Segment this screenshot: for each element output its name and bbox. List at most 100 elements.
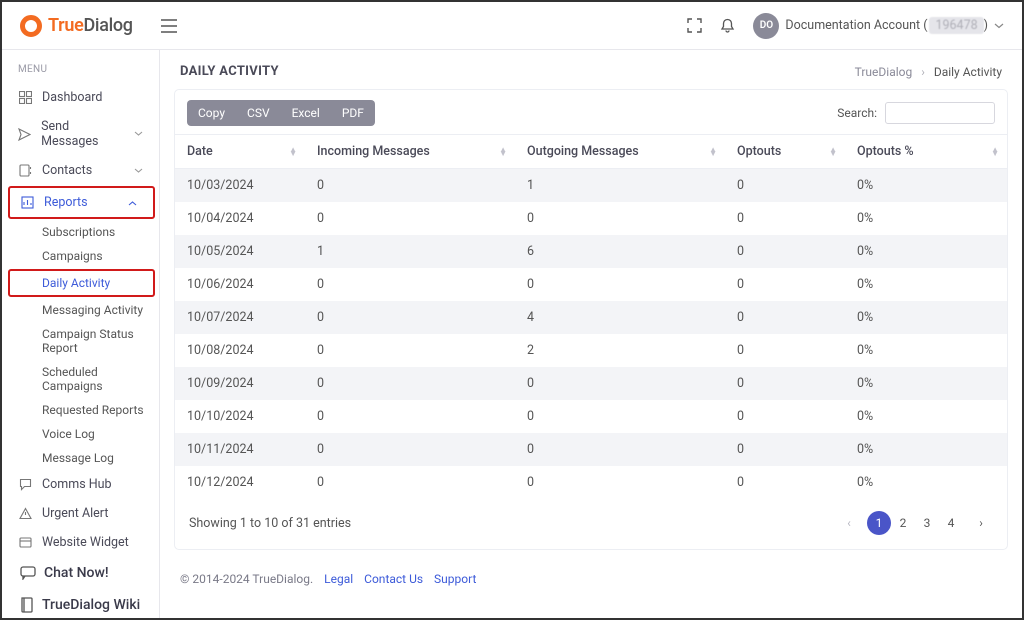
sidebar-item-label: Send Messages bbox=[41, 119, 124, 149]
data-card: Copy CSV Excel PDF Search: Date▲▼ I bbox=[174, 89, 1008, 550]
page-next[interactable]: › bbox=[969, 511, 993, 535]
sidebar-item-label: Reports bbox=[44, 195, 88, 210]
fullscreen-icon[interactable] bbox=[687, 18, 702, 33]
cell-date: 10/09/2024 bbox=[175, 367, 305, 400]
sidebar-sub-message-log[interactable]: Message Log bbox=[2, 446, 159, 470]
col-incoming[interactable]: Incoming Messages▲▼ bbox=[305, 135, 515, 169]
sidebar-item-urgent-alert[interactable]: Urgent Alert bbox=[2, 499, 159, 528]
search-input[interactable] bbox=[885, 102, 995, 124]
cell-date: 10/05/2024 bbox=[175, 235, 305, 268]
chat-now-button[interactable]: Chat Now! bbox=[2, 557, 159, 589]
table-row: 10/09/20240000% bbox=[175, 367, 1007, 400]
wiki-link[interactable]: TrueDialog Wiki bbox=[2, 589, 159, 621]
chevron-down-icon bbox=[134, 131, 143, 137]
copy-button[interactable]: Copy bbox=[187, 100, 236, 126]
cell-incoming: 0 bbox=[305, 268, 515, 301]
sidebar-sub-daily-activity[interactable]: Daily Activity bbox=[10, 271, 153, 295]
sidebar-item-comms-hub[interactable]: Comms Hub bbox=[2, 470, 159, 499]
sidebar-sub-requested-reports[interactable]: Requested Reports bbox=[2, 398, 159, 422]
sidebar-item-reports[interactable]: Reports bbox=[10, 188, 153, 217]
cell-optouts: 0 bbox=[725, 466, 845, 499]
page-1[interactable]: 1 bbox=[867, 511, 891, 535]
reports-icon bbox=[20, 196, 34, 209]
pagination: ‹ 1234 › bbox=[837, 511, 993, 535]
col-optouts[interactable]: Optouts▲▼ bbox=[725, 135, 845, 169]
col-date[interactable]: Date▲▼ bbox=[175, 135, 305, 169]
cell-optouts: 0 bbox=[725, 169, 845, 203]
table-info: Showing 1 to 10 of 31 entries bbox=[189, 516, 351, 531]
search-label: Search: bbox=[837, 106, 877, 120]
sidebar-item-dashboard[interactable]: Dashboard bbox=[2, 83, 159, 112]
sidebar-item-label: Urgent Alert bbox=[42, 506, 108, 521]
account-menu[interactable]: DO Documentation Account (196478) bbox=[753, 13, 1004, 39]
page-2[interactable]: 2 bbox=[891, 511, 915, 535]
excel-button[interactable]: Excel bbox=[281, 100, 331, 126]
logo[interactable]: TrueDialog bbox=[20, 15, 133, 37]
footer-legal[interactable]: Legal bbox=[324, 572, 353, 586]
pdf-button[interactable]: PDF bbox=[331, 100, 375, 126]
cell-outgoing: 0 bbox=[515, 268, 725, 301]
bell-icon[interactable] bbox=[720, 18, 735, 34]
cell-incoming: 0 bbox=[305, 400, 515, 433]
sidebar-sub-campaigns[interactable]: Campaigns bbox=[2, 244, 159, 268]
activity-table: Date▲▼ Incoming Messages▲▼ Outgoing Mess… bbox=[175, 134, 1007, 499]
cell-optoutsPct: 0% bbox=[845, 301, 1007, 334]
page-3[interactable]: 3 bbox=[915, 511, 939, 535]
sidebar-item-send-messages[interactable]: Send Messages bbox=[2, 112, 159, 156]
sidebar-toggle-icon[interactable] bbox=[161, 19, 177, 33]
cell-optouts: 0 bbox=[725, 301, 845, 334]
cell-optouts: 0 bbox=[725, 268, 845, 301]
table-row: 10/10/20240000% bbox=[175, 400, 1007, 433]
sidebar-sub-campaign-status[interactable]: Campaign Status Report bbox=[2, 322, 159, 360]
cell-optoutsPct: 0% bbox=[845, 235, 1007, 268]
cell-date: 10/03/2024 bbox=[175, 169, 305, 203]
sidebar-item-website-widget[interactable]: Website Widget bbox=[2, 528, 159, 557]
page-prev[interactable]: ‹ bbox=[837, 511, 861, 535]
col-optouts-pct[interactable]: Optouts %▲▼ bbox=[845, 135, 1007, 169]
footer-support[interactable]: Support bbox=[434, 572, 476, 586]
sort-icon: ▲▼ bbox=[991, 148, 999, 156]
footer-contact[interactable]: Contact Us bbox=[364, 572, 423, 586]
cell-optoutsPct: 0% bbox=[845, 169, 1007, 203]
csv-button[interactable]: CSV bbox=[236, 100, 281, 126]
dashboard-icon bbox=[18, 91, 32, 104]
sort-icon: ▲▼ bbox=[709, 148, 717, 156]
logo-icon bbox=[20, 15, 42, 37]
cell-optoutsPct: 0% bbox=[845, 400, 1007, 433]
cell-incoming: 0 bbox=[305, 169, 515, 203]
col-outgoing[interactable]: Outgoing Messages▲▼ bbox=[515, 135, 725, 169]
table-row: 10/11/20240000% bbox=[175, 433, 1007, 466]
cell-outgoing: 0 bbox=[515, 367, 725, 400]
cell-outgoing: 0 bbox=[515, 433, 725, 466]
sidebar-sub-scheduled-campaigns[interactable]: Scheduled Campaigns bbox=[2, 360, 159, 398]
chevron-down-icon bbox=[994, 23, 1004, 29]
cell-optoutsPct: 0% bbox=[845, 433, 1007, 466]
cell-optouts: 0 bbox=[725, 367, 845, 400]
table-row: 10/03/20240100% bbox=[175, 169, 1007, 203]
sidebar-sub-subscriptions[interactable]: Subscriptions bbox=[2, 220, 159, 244]
cell-optoutsPct: 0% bbox=[845, 466, 1007, 499]
sidebar-item-contacts[interactable]: Contacts bbox=[2, 156, 159, 185]
breadcrumb-root[interactable]: TrueDialog bbox=[855, 65, 913, 79]
sidebar-item-label: Website Widget bbox=[42, 535, 129, 550]
cell-date: 10/06/2024 bbox=[175, 268, 305, 301]
cell-outgoing: 0 bbox=[515, 466, 725, 499]
sidebar-sub-messaging-activity[interactable]: Messaging Activity bbox=[2, 298, 159, 322]
cell-optoutsPct: 0% bbox=[845, 334, 1007, 367]
breadcrumb-sep-icon: › bbox=[921, 65, 925, 79]
cell-optoutsPct: 0% bbox=[845, 268, 1007, 301]
breadcrumb-current: Daily Activity bbox=[934, 65, 1002, 79]
cell-incoming: 0 bbox=[305, 334, 515, 367]
sort-icon: ▲▼ bbox=[289, 148, 297, 156]
sidebar-sub-voice-log[interactable]: Voice Log bbox=[2, 422, 159, 446]
cell-incoming: 0 bbox=[305, 367, 515, 400]
page-4[interactable]: 4 bbox=[939, 511, 963, 535]
sidebar-item-label: Dashboard bbox=[42, 90, 102, 105]
export-buttons: Copy CSV Excel PDF bbox=[187, 100, 375, 126]
cell-date: 10/12/2024 bbox=[175, 466, 305, 499]
footer-copyright: © 2014-2024 TrueDialog. bbox=[180, 572, 313, 586]
cell-incoming: 0 bbox=[305, 433, 515, 466]
cell-optouts: 0 bbox=[725, 400, 845, 433]
wiki-label: TrueDialog Wiki bbox=[42, 597, 140, 613]
cell-date: 10/04/2024 bbox=[175, 202, 305, 235]
